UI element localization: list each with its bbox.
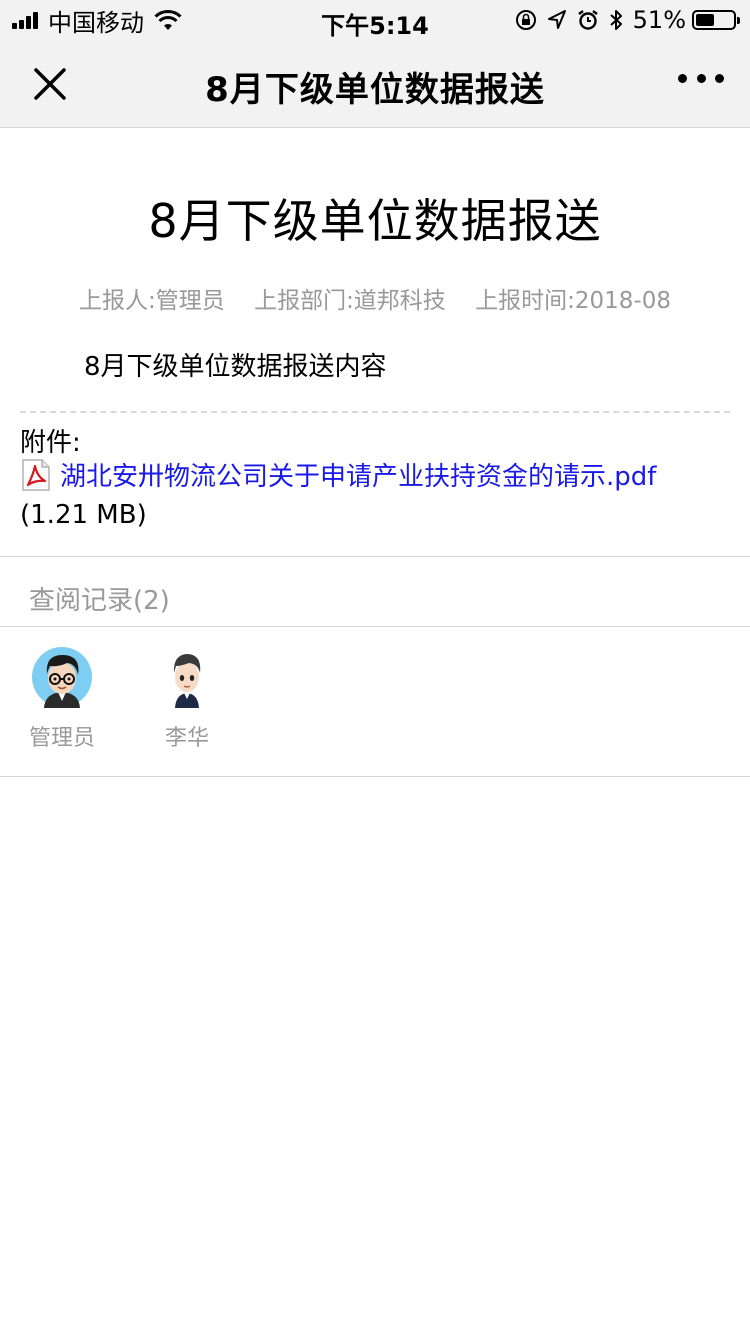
nav-bar: 8月下级单位数据报送 [0, 40, 750, 128]
reader-name: 管理员 [28, 726, 95, 751]
article-content: 8月下级单位数据报送内容 [84, 352, 387, 382]
avatar-glasses [32, 647, 92, 708]
report-time-label: 上报时间:2018-08 [475, 288, 671, 314]
rotation-lock-icon [515, 10, 536, 30]
article-title: 8月下级单位数据报送 [148, 194, 602, 248]
divider [0, 556, 750, 557]
battery-icon [692, 10, 740, 30]
read-records-title: 查阅记录(2) [29, 586, 170, 616]
reporter-label: 上报人:管理员 [79, 288, 225, 314]
pdf-icon [22, 459, 50, 491]
attachment-link[interactable]: 湖北安卅物流公司关于申请产业扶持资金的请示.pdf [60, 462, 656, 492]
article-meta: 上报人:管理员 上报部门:道邦科技 上报时间:2018-08 [0, 281, 750, 315]
reader-item[interactable]: 管理员 [17, 646, 107, 752]
divider [0, 626, 750, 627]
battery-percent: 51% [632, 6, 686, 34]
reader-item[interactable]: 李华 [142, 646, 232, 752]
status-bar-right: 51% [505, 6, 740, 34]
nav-title: 8月下级单位数据报送 [205, 70, 545, 110]
attachment-item: 湖北安卅物流公司关于申请产业扶持资金的请示.pdf (1.21 MB) [20, 458, 730, 534]
alarm-icon [577, 10, 598, 30]
reader-name: 李华 [164, 726, 209, 751]
attachment-size: (1.21 MB) [20, 500, 147, 530]
dashed-divider [20, 411, 730, 413]
avatar-boy [173, 654, 201, 708]
department-label: 上报部门:道邦科技 [254, 288, 446, 314]
bluetooth-icon [609, 10, 622, 30]
more-icon[interactable] [678, 74, 724, 90]
divider [0, 776, 750, 777]
status-bar: 中国移动 下午5:14 51% [0, 0, 750, 40]
attachment-label: 附件: [20, 428, 81, 458]
battery-fill [696, 14, 714, 26]
location-icon [547, 10, 566, 29]
